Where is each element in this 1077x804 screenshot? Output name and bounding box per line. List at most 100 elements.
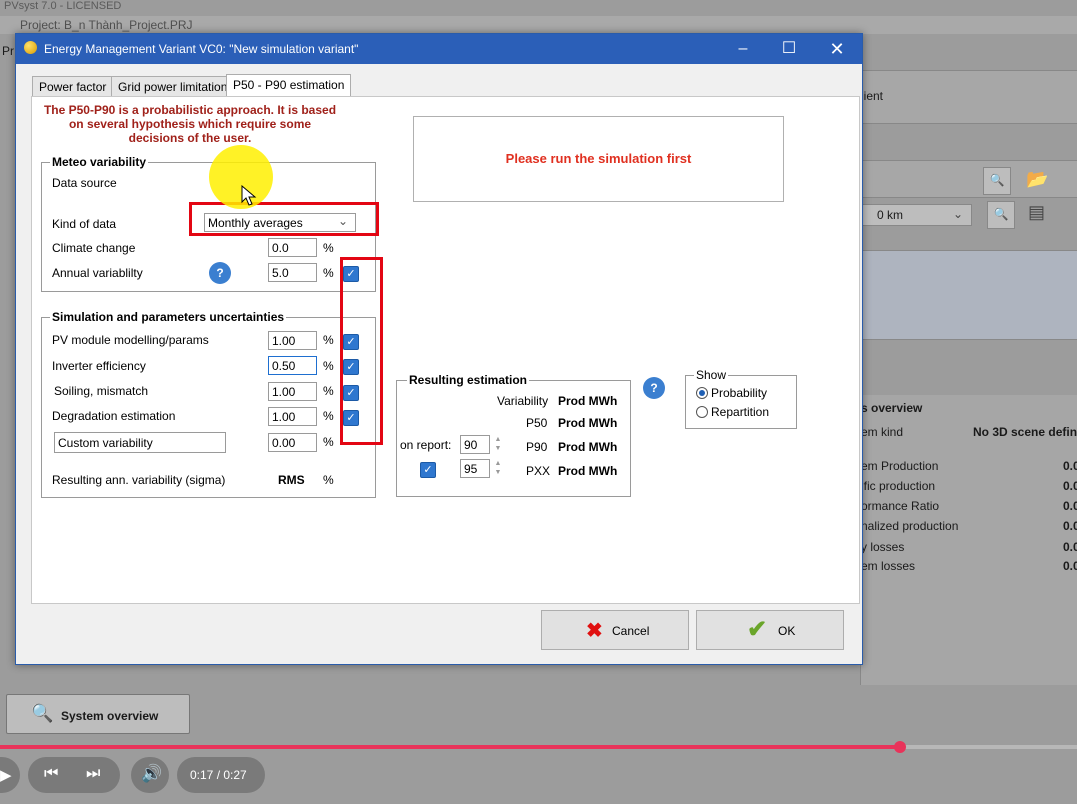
help-icon[interactable]: ? xyxy=(643,377,665,399)
video-scrubber-handle[interactable] xyxy=(894,741,906,753)
video-progress-played[interactable] xyxy=(0,745,900,749)
uncertainty-input[interactable]: 1.00 xyxy=(268,407,317,426)
cancel-label: Cancel xyxy=(612,624,650,638)
on-report-label: on report: xyxy=(400,438,452,452)
volume-icon: 🔊 xyxy=(141,764,163,783)
repartition-label: Repartition xyxy=(711,405,770,419)
previous-icon[interactable]: ⏮ xyxy=(44,765,58,783)
cancel-button[interactable]: ✖ Cancel xyxy=(541,610,689,650)
database-icon[interactable]: ▤ xyxy=(1028,202,1045,223)
uncertainty-input[interactable]: 1.00 xyxy=(268,331,317,350)
play-icon: ▶ xyxy=(0,767,12,784)
cancel-x-icon: ✖ xyxy=(586,620,603,642)
pxx-unit: Prod MWh xyxy=(558,464,618,478)
tab-power-factor[interactable]: Power factor xyxy=(32,76,114,98)
distance-select[interactable]: 0 km ⌄ xyxy=(860,204,972,226)
radio-repartition[interactable] xyxy=(696,406,708,418)
overview-title: s overview xyxy=(861,401,923,415)
video-progress-remaining[interactable] xyxy=(900,745,1077,749)
climate-change-input[interactable]: 0.0 xyxy=(268,238,317,257)
pxx-checkbox[interactable]: ✓ xyxy=(420,462,436,478)
spin-arrows-icon[interactable]: ▲ ▼ xyxy=(494,435,502,454)
overview-panel: s overview em kind No 3D scene defin em … xyxy=(860,395,1077,685)
chevron-down-icon: ⌄ xyxy=(953,207,964,221)
time-display: 0:17 / 0:27 xyxy=(177,757,265,793)
help-icon[interactable]: ? xyxy=(209,262,231,284)
overview-row-value: 0.0 xyxy=(1063,559,1077,573)
close-icon[interactable]: ✕ xyxy=(814,34,860,64)
annual-unit: % xyxy=(323,266,334,280)
variability-label: Variability xyxy=(497,394,549,408)
tab-grid-power-limitation[interactable]: Grid power limitation xyxy=(111,76,235,98)
folder-open-icon[interactable]: 📂 xyxy=(1026,167,1052,193)
annual-variability-input[interactable]: 5.0 xyxy=(268,263,317,282)
check-icon: ✔ xyxy=(747,616,768,643)
project-path: Project: B_n Thành_Project.PRJ xyxy=(0,16,1077,34)
volume-button[interactable]: 🔊 xyxy=(131,757,169,793)
overview-row-value: 0.0 xyxy=(1063,479,1077,493)
energy-management-dialog: Energy Management Variant VC0: "New simu… xyxy=(15,33,863,665)
ok-button[interactable]: ✔ OK xyxy=(696,610,844,650)
pxx-percentile-input[interactable]: 95 xyxy=(460,459,490,478)
system-kind-label: em kind xyxy=(861,425,904,439)
uncertainty-label: Soiling, mismatch xyxy=(54,384,149,398)
zoom-icon: 🔍 xyxy=(31,703,54,723)
uncertainty-input[interactable]: 1.00 xyxy=(268,382,317,401)
distance-value: 0 km xyxy=(877,208,904,222)
dialog-titlebar[interactable]: Energy Management Variant VC0: "New simu… xyxy=(16,34,862,64)
time-text: 0:17 / 0:27 xyxy=(190,768,247,782)
data-source-label: Data source xyxy=(52,176,117,190)
overview-row-label: em Production xyxy=(861,459,939,473)
zoom-icon-2[interactable]: 🔍 xyxy=(987,201,1015,229)
overview-row-label: nalized production xyxy=(861,519,959,533)
overview-row-label: ific production xyxy=(861,479,936,493)
overview-row-value: 0.0 xyxy=(1063,540,1077,554)
tab-p50-p90-estimation[interactable]: P50 - P90 estimation xyxy=(226,74,352,98)
minimize-icon[interactable]: – xyxy=(720,34,766,64)
highlight-kind-of-data xyxy=(189,202,379,236)
uncertainty-unit: % xyxy=(323,359,334,373)
resulting-estimation-legend: Resulting estimation xyxy=(407,373,530,387)
uncertainty-unit: % xyxy=(323,333,334,347)
search-row-1: 🔍 📂 xyxy=(860,160,1077,198)
uncertainties-legend: Simulation and parameters uncertainties xyxy=(50,310,287,324)
client-label: lient xyxy=(861,89,884,103)
uncertainty-input[interactable]: 0.50 xyxy=(268,356,317,375)
show-group xyxy=(685,375,797,429)
overview-row-value: 0.0 xyxy=(1063,499,1077,513)
p50-label: P50 xyxy=(526,416,548,430)
report-percentile-input[interactable]: 90 xyxy=(460,435,490,454)
spin-arrows-icon[interactable]: ▲ ▼ xyxy=(494,459,502,478)
kind-of-data-label: Kind of data xyxy=(52,217,117,231)
run-simulation-message: Please run the simulation first xyxy=(505,151,692,166)
blue-panel xyxy=(860,250,1077,340)
zoom-icon[interactable]: 🔍 xyxy=(983,167,1011,195)
dialog-title: Energy Management Variant VC0: "New simu… xyxy=(44,42,359,56)
maximize-icon[interactable]: ☐ xyxy=(766,34,812,64)
annual-variability-label: Annual variablilty xyxy=(52,266,143,280)
climate-unit: % xyxy=(323,241,334,255)
next-icon[interactable]: ⏭ xyxy=(86,765,100,783)
radio-probability[interactable] xyxy=(696,387,708,399)
intro-text: The P50-P90 is a probabilistic approach.… xyxy=(43,103,337,145)
radio-dot xyxy=(699,390,705,396)
custom-variability-input[interactable]: Custom variability xyxy=(54,432,226,453)
left-fragment-text: Pr xyxy=(2,44,14,58)
rms-label: RMS xyxy=(278,473,305,487)
ok-label: OK xyxy=(778,624,796,638)
mouse-pointer-icon xyxy=(241,185,257,206)
resulting-variability-label: Resulting ann. variability (sigma) xyxy=(52,473,226,487)
climate-change-label: Climate change xyxy=(52,241,136,255)
uncertainty-unit: % xyxy=(323,409,334,423)
overview-row-label: y losses xyxy=(861,540,905,554)
highlight-checkboxes xyxy=(340,257,383,445)
tab-content: The P50-P90 is a probabilistic approach.… xyxy=(31,96,860,604)
overview-row-value: 0.0 xyxy=(1063,459,1077,473)
show-legend: Show xyxy=(694,368,729,382)
system-overview-button[interactable]: 🔍 System overview xyxy=(6,694,190,734)
uncertainty-label: PV module modelling/params xyxy=(52,333,209,347)
uncertainty-label: Degradation estimation xyxy=(52,409,176,423)
overview-row-label: ormance Ratio xyxy=(861,499,940,513)
p90-label: P90 xyxy=(526,440,548,454)
custom-variability-value[interactable]: 0.00 xyxy=(268,433,317,452)
